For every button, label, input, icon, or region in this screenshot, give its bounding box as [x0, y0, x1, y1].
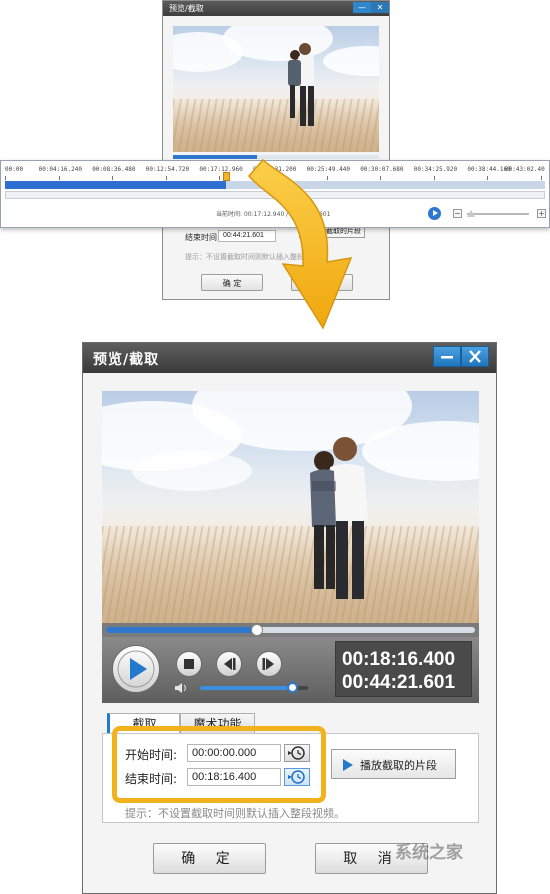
timeline-tick-label: 00:00 — [5, 166, 24, 173]
zoom-in-button[interactable]: + — [537, 209, 546, 218]
volume-thumb[interactable] — [286, 682, 298, 693]
timeline-tick-label: 00:17:12.960 — [199, 166, 243, 173]
timeline-tick-label: 00:04:16.240 — [38, 166, 82, 173]
volume-icon[interactable] — [174, 682, 190, 694]
seek-progress-fill — [106, 627, 258, 633]
play-segment-button[interactable]: 播放截取的片段 — [331, 749, 456, 779]
seek-bar-area — [102, 623, 479, 646]
play-segment-label: 播放截取的片段 — [360, 759, 437, 772]
window-titlebar: 预览/截取 — [83, 343, 496, 373]
seek-thumb[interactable] — [251, 624, 264, 636]
time-display: 00:18:16.400 00:44:21.601 — [335, 641, 472, 697]
small-minimize-button[interactable]: — — [353, 2, 371, 13]
watermark-text: 系统之家 — [395, 843, 463, 863]
window-title: 预览/截取 — [93, 352, 160, 368]
timeline-tick-label: 00:08:36.480 — [92, 166, 136, 173]
timeline-tick-mark — [433, 176, 435, 180]
stop-button[interactable] — [176, 651, 202, 677]
playback-controls: 00:18:16.400 00:44:21.601 — [102, 637, 479, 703]
zoom-out-button[interactable]: − — [453, 209, 462, 218]
timeline-tick-mark — [541, 176, 542, 180]
minimize-button[interactable] — [433, 346, 461, 367]
small-end-label: 结束时间: — [185, 233, 220, 242]
highlight-frame — [112, 726, 326, 803]
ok-button[interactable]: 确 定 — [153, 843, 266, 874]
step-forward-icon — [262, 658, 274, 670]
timeline-play-icon — [433, 210, 438, 216]
current-time: 00:18:16.400 — [342, 649, 456, 670]
timeline-play-button[interactable] — [428, 207, 441, 220]
timeline-tick-label: 00:12:54.720 — [145, 166, 190, 173]
timeline-tick-mark — [5, 176, 6, 180]
volume-fill — [200, 686, 292, 690]
zoom-slider[interactable] — [467, 213, 529, 215]
small-close-button[interactable]: ✕ — [371, 2, 389, 13]
couple-figure — [288, 43, 314, 126]
video-frame — [102, 391, 479, 623]
couple-figure — [310, 437, 368, 599]
close-icon — [469, 350, 481, 363]
timeline-tick-mark — [112, 176, 114, 180]
previous-frame-button[interactable] — [216, 651, 242, 677]
timeline-readout-label: 当前时间: — [216, 211, 243, 218]
stop-icon — [184, 659, 194, 669]
play-icon — [343, 759, 353, 771]
timeline-playhead[interactable] — [223, 172, 231, 181]
curved-arrow-graphic — [248, 158, 353, 330]
small-video-frame — [173, 26, 379, 152]
timeline-tick-mark — [165, 176, 167, 180]
step-back-icon — [224, 658, 236, 670]
timeline-tick-label: 00:43:02.40 — [505, 166, 545, 173]
timeline-tick-mark — [487, 176, 489, 180]
timeline-tick-label: 00:34:25.920 — [413, 166, 458, 173]
total-time: 00:44:21.601 — [342, 672, 456, 693]
timeline-progress-fill — [5, 181, 227, 189]
zoom-slider-thumb[interactable] — [467, 210, 475, 217]
timeline-tick-mark — [58, 176, 60, 180]
next-frame-button[interactable] — [256, 651, 282, 677]
play-button[interactable] — [112, 645, 160, 693]
timeline-tick-mark — [380, 176, 382, 180]
preview-clip-window: 预览/截取 00:18:16.400 00:44:21.601 截取 魔术功能 … — [82, 342, 497, 894]
play-icon — [117, 650, 155, 688]
hint-text: 提示：不设置截取时间则默认插入整段视频。 — [125, 807, 345, 820]
timeline-tick-label: 00:30:07.680 — [360, 166, 404, 173]
minimize-icon — [441, 356, 453, 359]
close-button[interactable] — [461, 346, 489, 367]
collapse-chevron-icon[interactable] — [284, 631, 294, 646]
timeline-tick-mark — [219, 176, 221, 180]
